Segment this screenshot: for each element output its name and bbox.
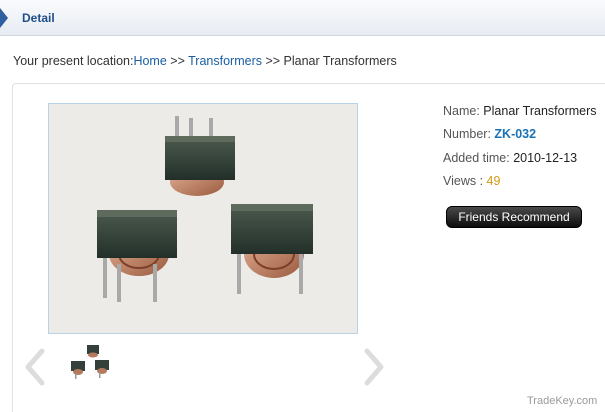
- breadcrumb: Your present location:Home >> Transforme…: [13, 54, 397, 68]
- views-label: Views :: [443, 174, 487, 188]
- product-number-label: Number:: [443, 127, 495, 141]
- gallery-next-button[interactable]: [361, 347, 387, 387]
- breadcrumb-prefix: Your present location:: [13, 54, 134, 68]
- product-photo: [49, 104, 357, 333]
- product-main-image[interactable]: [48, 103, 358, 334]
- friends-recommend-button[interactable]: Friends Recommend: [446, 206, 582, 228]
- breadcrumb-category-link[interactable]: Transformers: [188, 54, 262, 68]
- chevron-left-icon: [25, 348, 45, 386]
- product-name-value: Planar Transformers: [483, 104, 597, 118]
- breadcrumb-separator: >>: [166, 54, 189, 68]
- product-number-value: ZK-032: [494, 127, 537, 141]
- breadcrumb-current: Planar Transformers: [283, 54, 397, 68]
- added-time-value: 2010-12-13: [513, 151, 578, 165]
- added-time-row: Added time: 2010-12-13: [443, 151, 577, 165]
- views-count: 49: [486, 174, 501, 188]
- header-accent-marker: [0, 8, 8, 28]
- added-time-label: Added time:: [443, 151, 514, 165]
- gallery-thumbnail[interactable]: [67, 343, 129, 383]
- product-name-row: Name: Planar Transformers: [443, 104, 597, 118]
- breadcrumb-home-link[interactable]: Home: [133, 54, 166, 68]
- breadcrumb-separator: >>: [261, 54, 284, 68]
- gallery-prev-button[interactable]: [22, 347, 48, 387]
- product-thumbnail-icon: [71, 345, 109, 379]
- views-row: Views : 49: [443, 174, 500, 188]
- section-header: Detail: [0, 0, 605, 36]
- section-title: Detail: [22, 11, 55, 25]
- product-name-label: Name:: [443, 104, 484, 118]
- chevron-right-icon: [364, 348, 384, 386]
- watermark: TradeKey.com: [527, 395, 598, 407]
- product-number-row: Number: ZK-032: [443, 127, 536, 141]
